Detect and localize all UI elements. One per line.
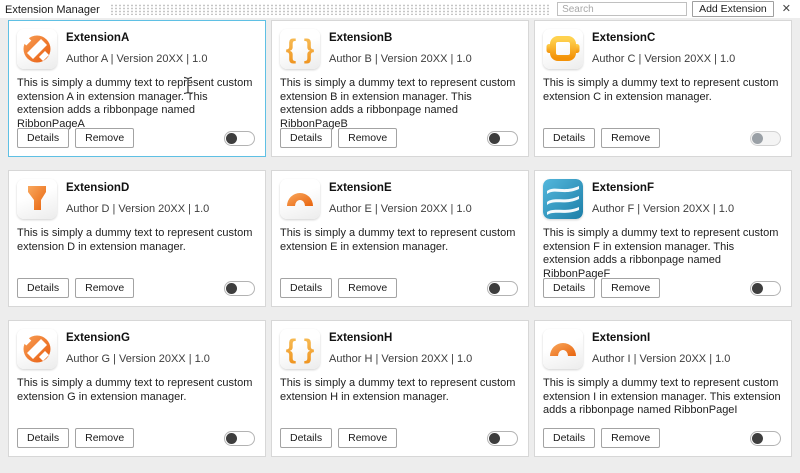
remove-button[interactable]: Remove bbox=[75, 278, 134, 298]
extension-name: ExtensionE bbox=[329, 182, 472, 194]
extension-card-g[interactable]: ExtensionG Author G | Version 20XX | 1.0… bbox=[8, 320, 266, 457]
extension-card-e[interactable]: ExtensionE Author E | Version 20XX | 1.0… bbox=[271, 170, 529, 307]
extension-card-a[interactable]: ExtensionA Author A | Version 20XX | 1.0… bbox=[8, 20, 266, 157]
extension-meta: Author B | Version 20XX | 1.0 bbox=[329, 53, 472, 65]
remove-button[interactable]: Remove bbox=[75, 128, 134, 148]
extension-description: This is simply a dummy text to represent… bbox=[543, 227, 783, 281]
extension-description: This is simply a dummy text to represent… bbox=[17, 77, 257, 131]
extension-description: This is simply a dummy text to represent… bbox=[280, 227, 520, 254]
details-button[interactable]: Details bbox=[280, 278, 332, 298]
page-title: Extension Manager bbox=[5, 3, 100, 16]
extension-card-c[interactable]: ExtensionC Author C | Version 20XX | 1.0… bbox=[534, 20, 792, 157]
search-input[interactable] bbox=[557, 2, 687, 16]
enable-toggle[interactable] bbox=[224, 131, 255, 146]
braces-icon: { } bbox=[280, 329, 320, 369]
toggle-knob bbox=[489, 433, 500, 444]
toggle-knob bbox=[752, 433, 763, 444]
remove-button[interactable]: Remove bbox=[75, 428, 134, 448]
extension-card-grid: ExtensionA Author A | Version 20XX | 1.0… bbox=[0, 18, 800, 457]
extension-card-d[interactable]: ExtensionD Author D | Version 20XX | 1.0… bbox=[8, 170, 266, 307]
extension-name: ExtensionD bbox=[66, 182, 209, 194]
toggle-knob bbox=[752, 133, 763, 144]
toggle-knob bbox=[226, 133, 237, 144]
remove-button[interactable]: Remove bbox=[338, 428, 397, 448]
extension-description: This is simply a dummy text to represent… bbox=[17, 377, 257, 404]
details-button[interactable]: Details bbox=[543, 428, 595, 448]
svg-text:{ }: { } bbox=[286, 334, 315, 364]
details-button[interactable]: Details bbox=[17, 278, 69, 298]
enable-toggle[interactable] bbox=[224, 281, 255, 296]
remove-button[interactable]: Remove bbox=[601, 428, 660, 448]
extension-description: This is simply a dummy text to represent… bbox=[543, 77, 783, 104]
enable-toggle[interactable] bbox=[750, 131, 781, 146]
trowel-icon bbox=[17, 179, 57, 219]
extension-meta: Author H | Version 20XX | 1.0 bbox=[329, 353, 472, 365]
extension-card-f[interactable]: ExtensionF Author F | Version 20XX | 1.0… bbox=[534, 170, 792, 307]
extension-meta: Author D | Version 20XX | 1.0 bbox=[66, 203, 209, 215]
extension-name: ExtensionG bbox=[66, 332, 210, 344]
details-button[interactable]: Details bbox=[17, 128, 69, 148]
enable-toggle[interactable] bbox=[224, 431, 255, 446]
extension-meta: Author I | Version 20XX | 1.0 bbox=[592, 353, 730, 365]
extension-name: ExtensionB bbox=[329, 32, 472, 44]
details-button[interactable]: Details bbox=[543, 128, 595, 148]
enable-toggle[interactable] bbox=[750, 281, 781, 296]
waves-icon bbox=[543, 179, 583, 219]
extension-meta: Author C | Version 20XX | 1.0 bbox=[592, 53, 735, 65]
extension-meta: Author A | Version 20XX | 1.0 bbox=[66, 53, 207, 65]
extension-description: This is simply a dummy text to represent… bbox=[280, 77, 520, 131]
extension-card-b[interactable]: { } ExtensionB Author B | Version 20XX |… bbox=[271, 20, 529, 157]
drag-gripper-dots[interactable] bbox=[110, 4, 549, 15]
socket-icon bbox=[543, 29, 583, 69]
svg-text:{ }: { } bbox=[286, 34, 315, 64]
extension-description: This is simply a dummy text to represent… bbox=[280, 377, 520, 404]
extension-meta: Author F | Version 20XX | 1.0 bbox=[592, 203, 734, 215]
enable-toggle[interactable] bbox=[750, 431, 781, 446]
toggle-knob bbox=[226, 283, 237, 294]
enable-toggle[interactable] bbox=[487, 431, 518, 446]
extension-card-h[interactable]: { } ExtensionH Author H | Version 20XX |… bbox=[271, 320, 529, 457]
extension-name: ExtensionC bbox=[592, 32, 735, 44]
arch-icon bbox=[280, 179, 320, 219]
extension-description: This is simply a dummy text to represent… bbox=[543, 377, 783, 418]
pie-segments-icon bbox=[17, 29, 57, 69]
toggle-knob bbox=[752, 283, 763, 294]
toggle-knob bbox=[226, 433, 237, 444]
add-extension-button[interactable]: Add Extension bbox=[692, 1, 774, 17]
close-icon[interactable]: ✕ bbox=[782, 4, 791, 15]
details-button[interactable]: Details bbox=[543, 278, 595, 298]
braces-icon: { } bbox=[280, 29, 320, 69]
details-button[interactable]: Details bbox=[280, 428, 332, 448]
enable-toggle[interactable] bbox=[487, 281, 518, 296]
extension-meta: Author E | Version 20XX | 1.0 bbox=[329, 203, 472, 215]
title-bar: Extension Manager Add Extension ✕ bbox=[0, 0, 800, 18]
remove-button[interactable]: Remove bbox=[601, 278, 660, 298]
extension-description: This is simply a dummy text to represent… bbox=[17, 227, 257, 254]
details-button[interactable]: Details bbox=[17, 428, 69, 448]
extension-card-i[interactable]: ExtensionI Author I | Version 20XX | 1.0… bbox=[534, 320, 792, 457]
toggle-knob bbox=[489, 283, 500, 294]
details-button[interactable]: Details bbox=[280, 128, 332, 148]
extension-name: ExtensionI bbox=[592, 332, 730, 344]
remove-button[interactable]: Remove bbox=[601, 128, 660, 148]
pie-segments-icon bbox=[17, 329, 57, 369]
extension-meta: Author G | Version 20XX | 1.0 bbox=[66, 353, 210, 365]
arch-icon bbox=[543, 329, 583, 369]
extension-name: ExtensionA bbox=[66, 32, 207, 44]
extension-name: ExtensionH bbox=[329, 332, 472, 344]
enable-toggle[interactable] bbox=[487, 131, 518, 146]
remove-button[interactable]: Remove bbox=[338, 278, 397, 298]
extension-name: ExtensionF bbox=[592, 182, 734, 194]
remove-button[interactable]: Remove bbox=[338, 128, 397, 148]
toggle-knob bbox=[489, 133, 500, 144]
